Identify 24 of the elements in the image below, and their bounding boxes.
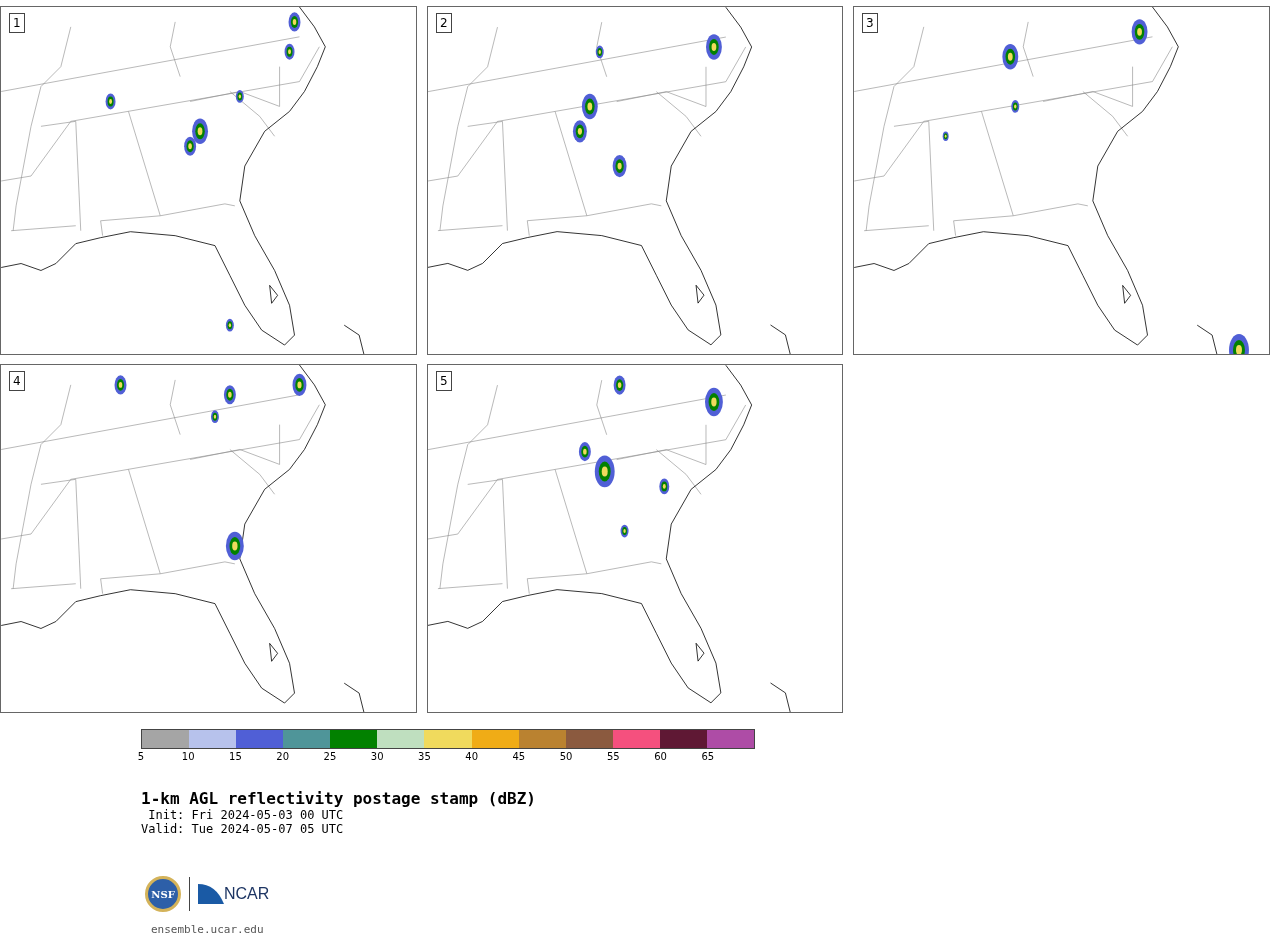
valid-time: Valid: Tue 2024-05-07 05 UTC [141, 822, 345, 836]
panel-number: 5 [436, 371, 452, 391]
tick-label: 50 [559, 751, 573, 763]
ncar-logo: NCAR [198, 884, 270, 904]
tick-label: 40 [465, 751, 478, 763]
panel-number: 3 [862, 13, 878, 33]
tick-label: 35 [418, 751, 431, 763]
tick-label: 60 [654, 751, 667, 763]
tick-label: 30 [370, 751, 384, 763]
chart-title: 1-km AGL reflectivity postage stamp (dBZ) [141, 790, 537, 808]
tick-label: 65 [701, 751, 715, 763]
tick-label: 5 [137, 751, 145, 763]
tick-label: 15 [229, 751, 242, 763]
panel-number: 4 [9, 371, 25, 391]
tick-label: 55 [607, 751, 620, 763]
panel-number: 1 [9, 13, 25, 33]
tick-label: 25 [323, 751, 337, 763]
site-url: ensemble.ucar.edu [151, 923, 264, 936]
tick-label: 10 [181, 751, 195, 763]
tick-label: 45 [512, 751, 526, 763]
init-time: Init: Fri 2024-05-03 00 UTC [147, 808, 345, 822]
nsf-logo: NSF [145, 876, 181, 912]
tick-label: 20 [276, 751, 290, 763]
panel-number: 2 [436, 13, 452, 33]
